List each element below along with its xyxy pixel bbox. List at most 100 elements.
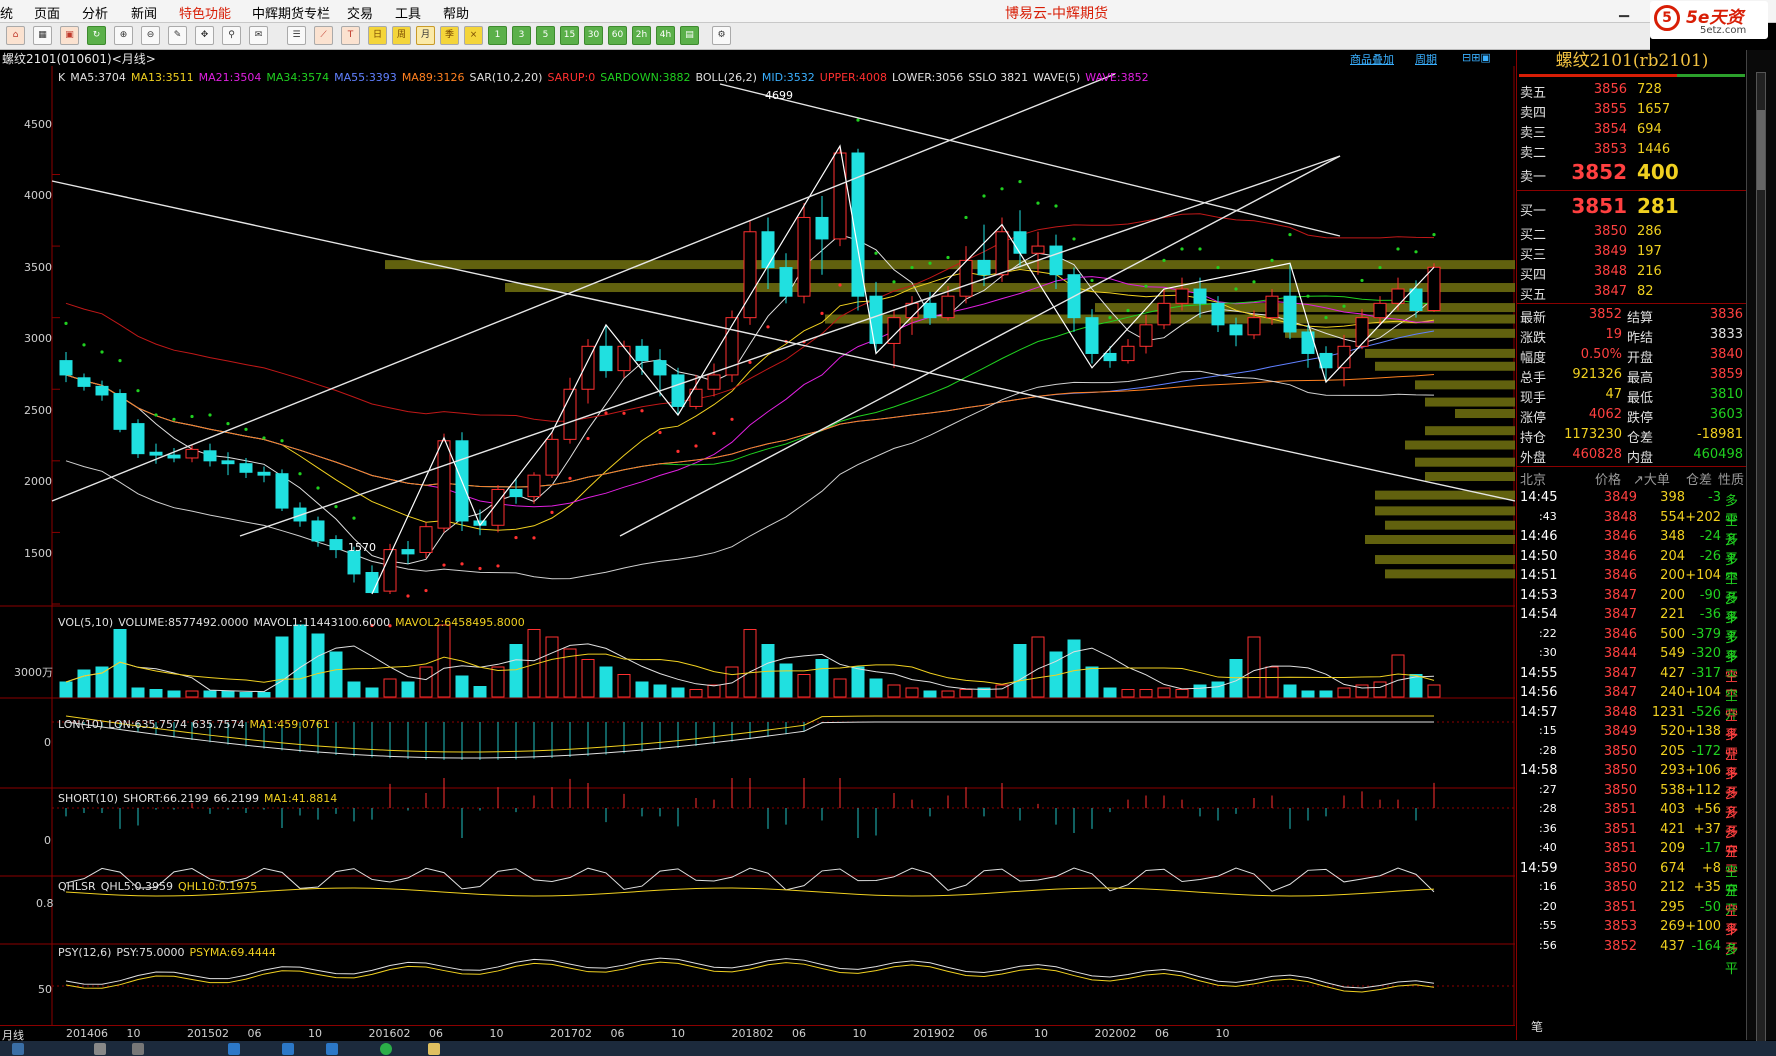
overlay-link[interactable]: 商品叠加 [1350, 51, 1394, 67]
tick-price: 3846 [1603, 568, 1637, 583]
tick-price: 3852 [1603, 938, 1637, 954]
60m-button[interactable]: 60 [608, 26, 627, 45]
pin-icon[interactable]: ⚲ [222, 26, 241, 45]
refresh-icon[interactable]: ↻ [87, 26, 106, 45]
sar-dot [1216, 265, 1220, 270]
zoom-in-icon[interactable]: ⊕ [114, 26, 133, 45]
logo-sub: 5etz.com [1700, 25, 1747, 36]
wechat-icon[interactable] [380, 1043, 392, 1055]
stat-value: 3852 [1588, 307, 1622, 322]
draw-icon[interactable]: ✎ [168, 26, 187, 45]
trend-line [239, 155, 1341, 537]
volume-bar [869, 678, 883, 698]
layout-icon[interactable]: ⊟⊞▣ [1462, 51, 1491, 64]
trend-icon[interactable]: ⟋ [314, 26, 333, 45]
stat-row: 持仓 1173230 仓差 -18981 [1517, 426, 1747, 446]
sar-dot [496, 564, 500, 568]
grid-icon[interactable]: ▦ [33, 26, 52, 45]
ticks-tab[interactable]: 笔 [1531, 1018, 1543, 1035]
logo: 5 5e天资 5etz.com [1650, 1, 1768, 39]
tick-time: :28 [1539, 743, 1557, 757]
15m-button[interactable]: 15 [560, 26, 579, 45]
scrollbar-thumb[interactable] [1757, 110, 1765, 190]
folder-icon[interactable] [282, 1043, 294, 1055]
drag-icon[interactable]: ✥ [195, 26, 214, 45]
tick-chart-icon[interactable]: T [341, 26, 360, 45]
4h-button[interactable]: 4h [656, 26, 675, 45]
sar-dot [928, 261, 932, 265]
tick-time: :16 [1539, 880, 1557, 893]
menu-help[interactable]: 帮助 [443, 3, 469, 22]
taskview-icon[interactable] [132, 1043, 144, 1055]
volume-profile-bar [1425, 472, 1515, 482]
bid-volume: 216 [1637, 264, 1662, 279]
candle-body [149, 451, 163, 456]
5m-button[interactable]: 5 [536, 26, 555, 45]
tick-price: 3851 [1603, 821, 1637, 837]
sar-dot [1108, 316, 1112, 320]
sar-dot [280, 439, 284, 443]
3m-button[interactable]: 3 [512, 26, 531, 45]
tick-time: :27 [1539, 782, 1557, 796]
menu-tools[interactable]: 工具 [395, 3, 421, 22]
menu-featured[interactable]: 特色功能 [179, 3, 231, 22]
ticks-header-bigorder: ↗大单 [1633, 473, 1670, 488]
tick-oi-change: +138 [1685, 724, 1721, 739]
sar-dot [352, 516, 356, 520]
table-icon[interactable]: ☰ [287, 26, 306, 45]
period-link[interactable]: 周期 [1415, 51, 1437, 67]
tick-price: 3851 [1603, 802, 1637, 817]
volume-profile-bar [1425, 397, 1515, 407]
main-legend-item: SAR(10,2,20) [469, 71, 543, 84]
home-icon[interactable]: ⌂ [6, 26, 25, 45]
30m-button[interactable]: 30 [584, 26, 603, 45]
settings-icon[interactable]: ⚙ [712, 26, 731, 45]
menu-system[interactable]: 统 [0, 3, 13, 22]
tick-oi-change: -526 [1691, 704, 1721, 720]
menu-page[interactable]: 页面 [34, 3, 60, 22]
bid-price: 3848 [1593, 264, 1627, 279]
vol-legend-item: VOLUME:8577492.0000 [118, 616, 249, 629]
windows-icon[interactable] [12, 1043, 24, 1055]
zoom-out-icon[interactable]: ⊖ [141, 26, 160, 45]
sar-dot [316, 486, 320, 490]
sar-dot [1144, 284, 1148, 288]
candle-body [1175, 288, 1189, 304]
quarter-button[interactable]: 季 [440, 26, 459, 45]
month-button[interactable]: 月 [416, 26, 435, 45]
menu-analysis[interactable]: 分析 [82, 3, 108, 22]
tick-time: :43 [1539, 509, 1557, 523]
tick-price: 3850 [1603, 880, 1637, 895]
date-tick: 10 [308, 1027, 322, 1040]
menu-zhonghui-column[interactable]: 中辉期货专栏 [252, 3, 330, 22]
notes-icon[interactable] [428, 1043, 440, 1055]
1h-icon[interactable]: ▤ [680, 26, 699, 45]
tick-row: :56 3852 437 -164 多平 [1517, 937, 1747, 977]
mail-icon[interactable] [326, 1043, 338, 1055]
tick-icon[interactable]: ▣ [60, 26, 79, 45]
stat-value: 921326 [1572, 367, 1622, 382]
scrollbar[interactable] [1756, 72, 1766, 1042]
tick-price: 3849 [1603, 724, 1637, 739]
tick-time: 14:55 [1520, 665, 1558, 681]
quote-panel: 螺纹2101(rb2101) 卖五 3856 728 卖四 3855 1657 卖三 3854… [1516, 50, 1747, 1040]
search-icon[interactable] [94, 1043, 106, 1055]
news-icon[interactable]: ✉ [249, 26, 268, 45]
1m-button[interactable]: 1 [488, 26, 507, 45]
date-tick: 06 [610, 1027, 625, 1040]
date-tick: 201406 [66, 1027, 108, 1040]
tick-nature: 多平 [1725, 942, 1739, 977]
2h-button[interactable]: 2h [632, 26, 651, 45]
candle-body [1409, 288, 1423, 312]
minimize-icon[interactable]: ▁ [1612, 2, 1636, 20]
tick-time: :30 [1539, 646, 1557, 659]
week-button[interactable]: 周 [392, 26, 411, 45]
short-legend-item: 66.2199 [213, 792, 260, 805]
tick-oi-change: +8 [1701, 860, 1721, 876]
menu-trade[interactable]: 交易 [347, 3, 373, 22]
menu-news[interactable]: 新闻 [131, 3, 157, 22]
browser-icon[interactable] [228, 1043, 240, 1055]
day-button[interactable]: 日 [368, 26, 387, 45]
sar-dot [1270, 258, 1274, 262]
period-icon[interactable]: ⨯ [464, 26, 483, 45]
